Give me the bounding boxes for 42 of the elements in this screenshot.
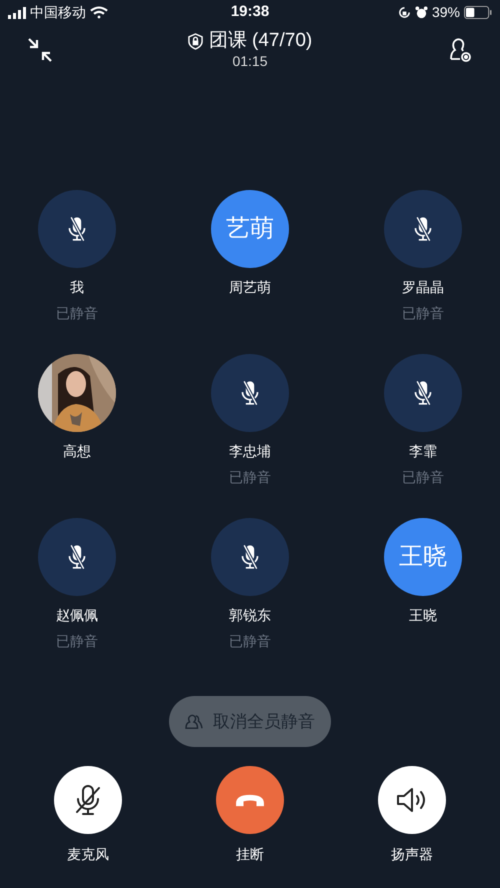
wifi-icon xyxy=(90,6,108,19)
participant-name: 李霏 xyxy=(409,442,437,460)
control-label: 扬声器 xyxy=(391,845,433,864)
mute-status: 已静音 xyxy=(402,304,444,322)
muted-mic-icon xyxy=(413,378,433,408)
participant-name: 赵佩佩 xyxy=(56,606,98,624)
mute-status: 已静音 xyxy=(229,632,271,650)
muted-mic-icon xyxy=(67,214,87,244)
call-duration: 01:15 xyxy=(232,52,268,70)
battery-percent: 39% xyxy=(432,3,460,22)
participant-name: 罗晶晶 xyxy=(402,278,444,296)
carrier-name: 中国移动 xyxy=(30,3,86,22)
signal-icon xyxy=(8,6,26,18)
microphone-off-icon xyxy=(74,784,102,816)
rotation-lock-icon xyxy=(398,6,411,19)
mute-status: 已静音 xyxy=(56,632,98,650)
mute-status: 已静音 xyxy=(402,468,444,486)
muted-mic-icon xyxy=(413,214,433,244)
participant-name: 高想 xyxy=(63,442,91,460)
muted-mic-icon xyxy=(240,378,260,408)
participant-name: 郭锐东 xyxy=(229,606,271,624)
shield-lock-icon xyxy=(188,32,203,50)
muted-mic-icon xyxy=(67,542,87,572)
participant-name: 我 xyxy=(70,278,84,296)
control-label: 挂断 xyxy=(236,845,264,864)
minimize-icon xyxy=(27,37,53,63)
people-icon xyxy=(185,714,203,730)
avatar-initials: 王晓 xyxy=(399,542,447,572)
mute-status: 已静音 xyxy=(229,468,271,486)
participant-name: 王晓 xyxy=(409,606,437,624)
hang-up-icon xyxy=(235,794,265,806)
muted-mic-icon xyxy=(240,542,260,572)
call-title: 团课 (47/70) xyxy=(208,30,312,52)
status-time: 19:38 xyxy=(230,2,270,22)
mute-status: 已静音 xyxy=(56,304,98,322)
speaker-icon xyxy=(396,787,428,813)
participant-name: 李忠埔 xyxy=(229,442,271,460)
minimize-button[interactable] xyxy=(26,36,54,64)
avatar-initials: 艺萌 xyxy=(226,214,274,244)
battery-icon xyxy=(464,6,492,19)
participant-name: 周艺萌 xyxy=(229,278,271,296)
control-label: 麦克风 xyxy=(67,845,109,864)
